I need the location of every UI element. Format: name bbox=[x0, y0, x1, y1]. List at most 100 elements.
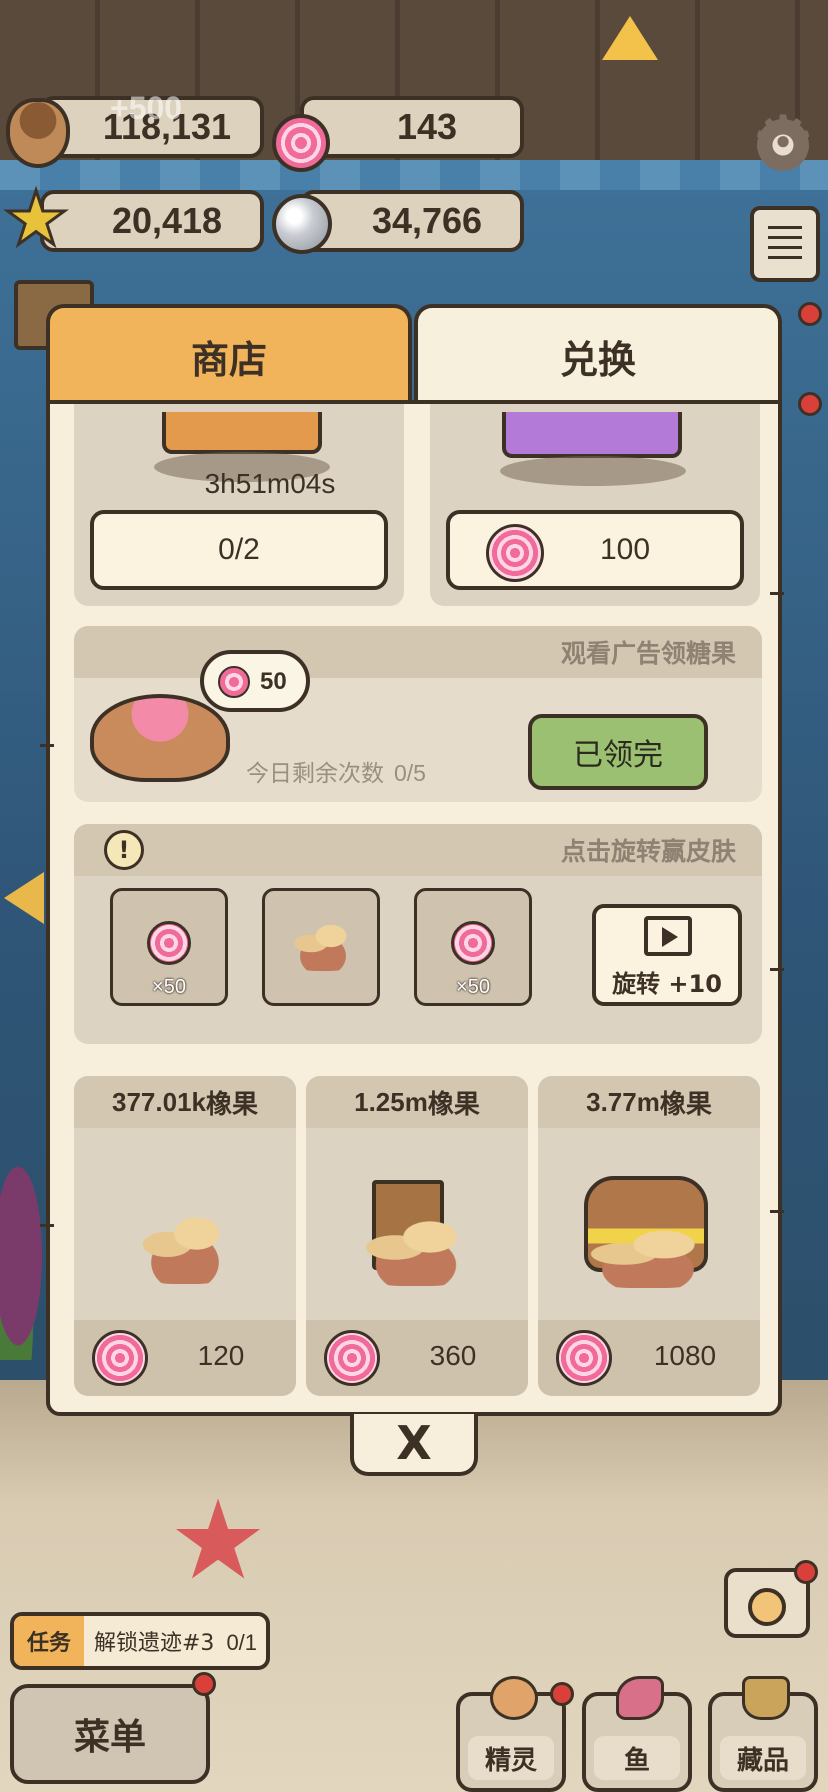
star-icon: ★ bbox=[1, 176, 70, 262]
collection-button[interactable]: 藏品 bbox=[708, 1676, 818, 1792]
offer-price: 360 bbox=[429, 1340, 477, 1371]
acorn-offer-1[interactable]: 377.01k 橡果 120 bbox=[74, 1076, 296, 1396]
candy-icon bbox=[272, 114, 330, 172]
offer-amount: 1.25m bbox=[354, 1086, 428, 1117]
purple-chest-price: 100 bbox=[599, 533, 651, 566]
candy-icon bbox=[147, 921, 191, 965]
wood-chest-card: 3h51m04s 0/2 bbox=[74, 404, 404, 606]
pearl-icon bbox=[272, 194, 332, 254]
offer-title: 377.01k 橡果 bbox=[74, 1076, 296, 1128]
quest-bar[interactable]: 任务 解锁遗迹#3 0/1 bbox=[10, 1612, 270, 1670]
claimed-button[interactable]: 已领完 bbox=[528, 714, 708, 790]
spin-slot-3: ×50 bbox=[414, 888, 532, 1006]
candy-icon bbox=[486, 524, 544, 582]
acorn-pile-icon bbox=[283, 921, 363, 971]
acorn-icon bbox=[6, 98, 70, 168]
remaining-value: 0/5 bbox=[394, 760, 426, 786]
sprite-button-label: 精灵 bbox=[468, 1736, 554, 1780]
wood-chest-button-label: 0/2 bbox=[218, 533, 260, 566]
acorn-offer-3[interactable]: 3.77m 橡果 1080 bbox=[538, 1076, 760, 1396]
reward-amount: 50 bbox=[260, 668, 287, 695]
reward-bubble: 50 bbox=[200, 650, 310, 712]
spin-button-label: 旋转 +10 bbox=[612, 970, 722, 998]
sprite-button[interactable]: 精灵 bbox=[456, 1676, 566, 1792]
spin-title: 点击旋转赢皮肤 bbox=[74, 824, 762, 876]
warning-symbol: ! bbox=[118, 836, 130, 864]
spin-title-text: 点击旋转赢皮肤 bbox=[560, 837, 736, 866]
trophy-icon bbox=[742, 1676, 790, 1720]
notes-icon[interactable] bbox=[750, 206, 820, 282]
acorn-pile-small-image bbox=[126, 1212, 244, 1284]
remaining-count: 今日剩余次数 0/5 bbox=[246, 754, 426, 788]
close-icon: X bbox=[396, 1416, 432, 1470]
offer-unit: 橡果 bbox=[659, 1089, 712, 1120]
close-button[interactable]: X bbox=[350, 1414, 478, 1476]
spin-slot-2 bbox=[262, 888, 380, 1006]
offer-title: 3.77m 橡果 bbox=[538, 1076, 760, 1128]
scroll-left-arrow-icon[interactable] bbox=[4, 872, 44, 924]
spin-card: 点击旋转赢皮肤 ! ×50 ×50 旋转 +10 bbox=[74, 824, 762, 1044]
scroll-up-arrow-icon[interactable] bbox=[602, 16, 658, 60]
starfish-decoration: ★ bbox=[168, 1476, 268, 1604]
acorn-pile-medium-image bbox=[346, 1216, 486, 1286]
quest-progress: 0/1 bbox=[226, 1630, 258, 1655]
quest-name: 解锁遗迹#3 bbox=[94, 1631, 215, 1656]
offer-price: 120 bbox=[197, 1340, 245, 1371]
info-warning-icon[interactable]: ! bbox=[104, 830, 144, 870]
sprite-icon bbox=[490, 1676, 538, 1720]
pearl-counter: 34,766 bbox=[300, 190, 524, 252]
offer-unit: 橡果 bbox=[427, 1089, 480, 1120]
candy-icon bbox=[218, 666, 250, 698]
wood-chest-timer: 3h51m04s bbox=[204, 468, 336, 499]
acorn-pile-large-image bbox=[568, 1226, 728, 1288]
notification-dot bbox=[192, 1672, 216, 1696]
wood-chest-image bbox=[162, 412, 322, 454]
chest-shadow bbox=[500, 456, 686, 486]
candy-icon bbox=[92, 1330, 148, 1386]
slot-qty: ×50 bbox=[456, 976, 490, 998]
star-counter: 20,418 bbox=[40, 190, 264, 252]
panel-tick bbox=[770, 968, 784, 971]
wood-chest-button[interactable]: 0/2 bbox=[90, 510, 388, 590]
candy-icon bbox=[324, 1330, 380, 1386]
video-film-icon bbox=[644, 916, 692, 956]
ad-candy-title: 观看广告领糖果 bbox=[74, 626, 762, 678]
offer-title: 1.25m 橡果 bbox=[306, 1076, 528, 1128]
shop-panel: 3h51m04s 0/2 100 观看广告领糖果 50 今日剩余次数 0/5 已领… bbox=[46, 400, 782, 1416]
quest-tag: 任务 bbox=[14, 1616, 84, 1666]
offer-price-bar: 1080 bbox=[538, 1320, 760, 1396]
acorn-gain-popup: +500 bbox=[110, 90, 183, 126]
purple-chest-image bbox=[502, 412, 682, 458]
ad-candy-title-text: 观看广告领糖果 bbox=[560, 639, 736, 668]
purple-chest-card: 100 bbox=[430, 404, 760, 606]
offer-unit: 橡果 bbox=[205, 1089, 258, 1120]
slot-qty: ×50 bbox=[152, 976, 186, 998]
remaining-label: 今日剩余次数 bbox=[246, 761, 384, 787]
candy-counter: 143 bbox=[300, 96, 524, 158]
offer-price-bar: 360 bbox=[306, 1320, 528, 1396]
panel-tick bbox=[40, 744, 54, 747]
spin-button[interactable]: 旋转 +10 bbox=[592, 904, 742, 1006]
tab-shop[interactable]: 商店 bbox=[46, 304, 412, 404]
notification-dot bbox=[550, 1682, 574, 1706]
tab-exchange[interactable]: 兑换 bbox=[414, 304, 782, 404]
claimed-button-label: 已领完 bbox=[573, 738, 663, 773]
quest-text: 解锁遗迹#3 0/1 bbox=[84, 1625, 257, 1657]
offer-price-bar: 120 bbox=[74, 1320, 296, 1396]
fish-icon bbox=[616, 1676, 664, 1720]
candy-sack-image bbox=[90, 694, 230, 782]
tab-exchange-label: 兑换 bbox=[559, 337, 636, 382]
notification-dot bbox=[794, 1560, 818, 1584]
fish-button[interactable]: 鱼 bbox=[582, 1676, 692, 1792]
settings-gear-icon[interactable]: ⚙ bbox=[750, 106, 816, 180]
offer-amount: 377.01k bbox=[112, 1086, 206, 1117]
menu-button-label: 菜单 bbox=[73, 1717, 146, 1758]
collection-button-label: 藏品 bbox=[720, 1736, 806, 1780]
panel-tick bbox=[770, 1210, 784, 1213]
candy-icon bbox=[451, 921, 495, 965]
notification-dot bbox=[798, 392, 822, 416]
acorn-offer-2[interactable]: 1.25m 橡果 360 bbox=[306, 1076, 528, 1396]
notification-dot bbox=[798, 302, 822, 326]
panel-tick bbox=[40, 1224, 54, 1227]
menu-button[interactable]: 菜单 bbox=[10, 1684, 210, 1784]
